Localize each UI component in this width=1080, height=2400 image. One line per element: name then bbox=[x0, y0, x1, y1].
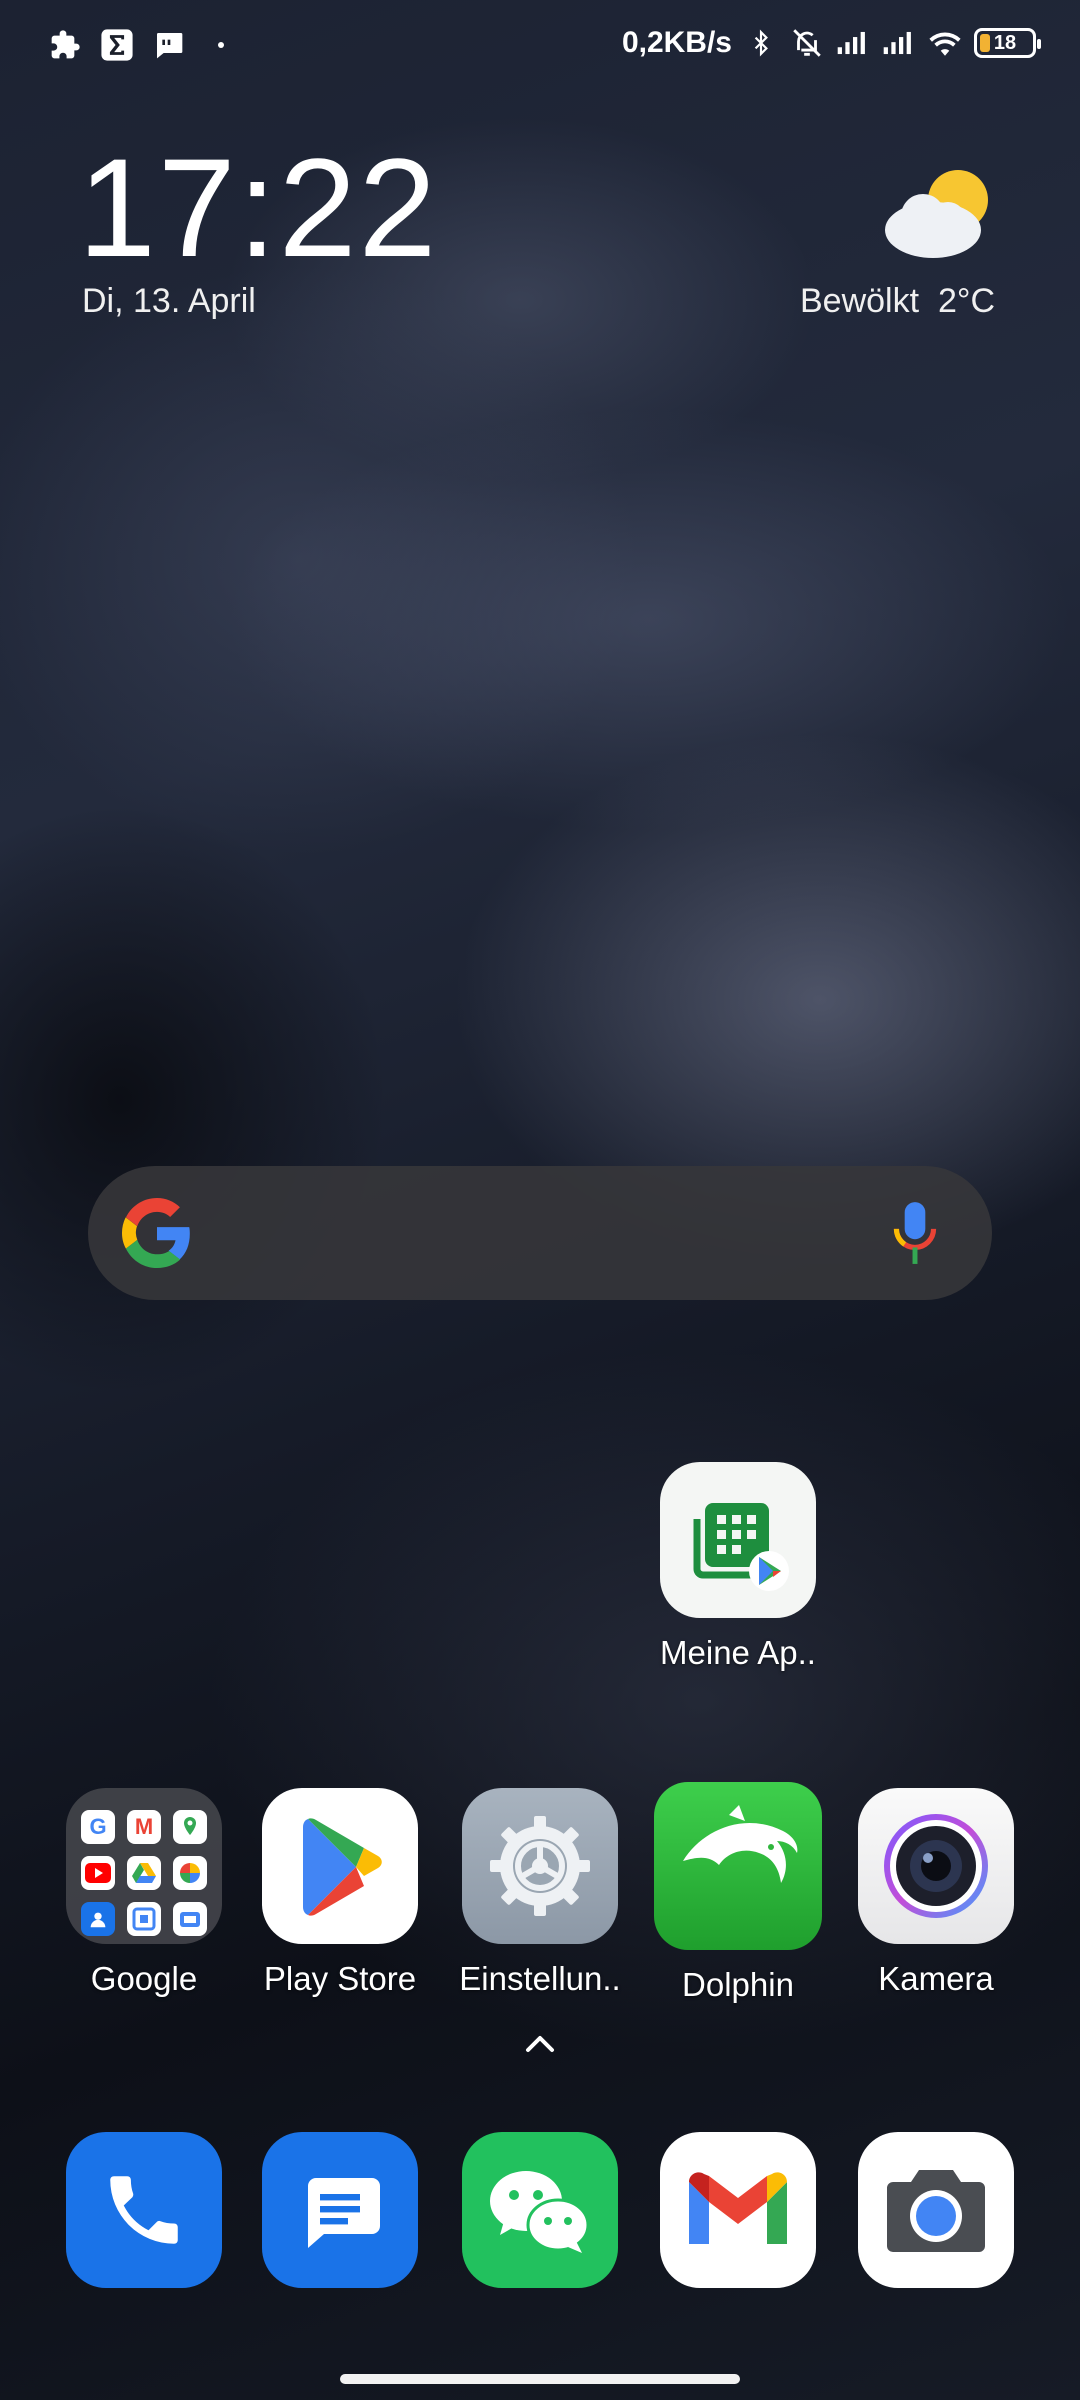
dot-icon bbox=[204, 28, 238, 62]
google-app-icon: G bbox=[81, 1810, 115, 1844]
bluetooth-icon bbox=[744, 26, 778, 60]
photos-mini-icon bbox=[173, 1856, 207, 1890]
dock-google-camera[interactable] bbox=[846, 2132, 1026, 2288]
app-google-folder[interactable]: G M Google bbox=[54, 1788, 234, 1998]
battery-icon: 18 bbox=[974, 28, 1041, 58]
signal-icon bbox=[836, 26, 870, 60]
phone-icon bbox=[66, 2132, 222, 2288]
meine-apps-icon bbox=[660, 1462, 816, 1618]
calendar-mini-icon bbox=[127, 1902, 161, 1936]
dock-messages[interactable] bbox=[250, 2132, 430, 2288]
weather-temperature: 2°C bbox=[937, 282, 996, 320]
app-label: Google bbox=[90, 1960, 198, 1997]
app-drawer-chevron-icon[interactable] bbox=[520, 2028, 560, 2058]
clock-date[interactable]: Di, 13. April bbox=[82, 282, 256, 321]
google-logo[interactable] bbox=[121, 1198, 192, 1268]
app-meine-apps[interactable]: Meine Ap.. bbox=[648, 1462, 828, 1672]
wechat-icon bbox=[462, 2132, 618, 2288]
google-search-bar[interactable] bbox=[88, 1166, 992, 1300]
app-dolphin[interactable]: Dolphin bbox=[648, 1782, 828, 2004]
partly-cloudy-icon[interactable] bbox=[878, 162, 998, 262]
google-folder-icon: G M bbox=[66, 1788, 222, 1944]
youtube-mini-icon bbox=[81, 1856, 115, 1890]
app-play-store[interactable]: Play Store bbox=[250, 1788, 430, 1998]
clock-time[interactable]: 17:22 bbox=[78, 138, 438, 278]
sigma-icon bbox=[100, 28, 134, 62]
mic-icon[interactable] bbox=[890, 1200, 940, 1266]
dock-wechat[interactable] bbox=[450, 2132, 630, 2288]
messages-icon bbox=[262, 2132, 418, 2288]
message-notification-icon bbox=[152, 28, 186, 62]
weather-condition: Bewölkt bbox=[800, 282, 920, 320]
contacts-mini-icon bbox=[81, 1902, 115, 1936]
weather-summary[interactable]: Bewölkt 2°C bbox=[800, 282, 995, 321]
dolphin-icon bbox=[654, 1782, 822, 1950]
signal-icon bbox=[882, 26, 916, 60]
app-kamera[interactable]: Kamera bbox=[846, 1788, 1026, 1998]
app-settings[interactable]: Einstellun.. bbox=[450, 1788, 630, 1998]
maps-mini-icon bbox=[173, 1810, 207, 1844]
notification-icons bbox=[48, 28, 238, 62]
gmail-mini-icon: M bbox=[127, 1810, 161, 1844]
net-speed: 0,2KB/s bbox=[621, 26, 732, 59]
dock-gmail[interactable] bbox=[648, 2132, 828, 2288]
app-label: Play Store bbox=[263, 1960, 417, 1997]
app-label: Dolphin bbox=[682, 1966, 794, 2003]
app-label: Kamera bbox=[878, 1960, 994, 1997]
gmail-icon bbox=[660, 2132, 816, 2288]
wifi-icon bbox=[928, 26, 962, 60]
puzzle-icon bbox=[48, 28, 82, 62]
drive-mini-icon bbox=[127, 1856, 161, 1890]
play-store-icon bbox=[262, 1788, 418, 1944]
camera-icon bbox=[858, 1788, 1014, 1944]
dock-phone[interactable] bbox=[54, 2132, 234, 2288]
app-label: Meine Ap.. bbox=[660, 1634, 816, 1671]
alarm-off-icon bbox=[790, 26, 824, 60]
status-bar: 0,2KB/s 18 bbox=[0, 0, 1080, 96]
system-status: 0,2KB/s 18 bbox=[621, 26, 1041, 60]
app-label: Einstellun.. bbox=[459, 1960, 621, 1997]
home-indicator[interactable] bbox=[340, 2374, 740, 2384]
settings-icon bbox=[462, 1788, 618, 1944]
google-camera-icon bbox=[858, 2132, 1014, 2288]
google-one-mini-icon bbox=[173, 1902, 207, 1936]
